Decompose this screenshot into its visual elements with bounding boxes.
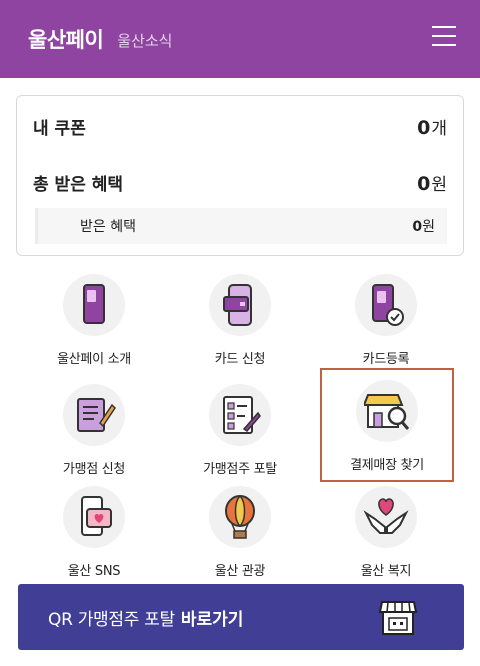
menu-label: 카드등록	[362, 352, 410, 367]
checklist-icon	[209, 384, 271, 446]
menu-ulsanpay-intro[interactable]: 울산페이 소개	[24, 268, 164, 374]
menu-ulsan-sns[interactable]: 울산 SNS	[24, 480, 164, 586]
qr-button-text: QR 가맹점주 포탈	[48, 609, 175, 630]
benefit-received-label: 받은 혜택	[80, 219, 136, 235]
benefit-total-value: 0원	[417, 173, 447, 195]
phone-icon	[63, 274, 125, 336]
menu-label: 울산 관광	[214, 564, 266, 579]
coupon-row[interactable]: 내 쿠폰 0개	[33, 114, 447, 139]
benefit-received-value: 0원	[412, 219, 435, 235]
qr-button-action: 바로가기	[180, 609, 244, 630]
coupon-count: 0개	[417, 117, 447, 139]
menu-label: 울산 복지	[360, 564, 412, 579]
menu-ulsan-tourism[interactable]: 울산 관광	[170, 480, 310, 586]
menu-card-apply[interactable]: 카드 신청	[170, 268, 310, 374]
menu-label: 결제매장 찾기	[350, 458, 424, 473]
benefit-total-label: 총 받은 혜택	[33, 175, 124, 195]
menu-label: 가맹점주 포탈	[203, 462, 277, 477]
menu-label: 카드 신청	[214, 352, 266, 367]
benefit-received-row: 받은 혜택 0원	[35, 208, 447, 244]
hot-air-balloon-icon	[209, 486, 271, 548]
menu-label: 가맹점 신청	[62, 462, 126, 477]
document-pen-icon	[63, 384, 125, 446]
store-icon	[378, 598, 418, 642]
benefit-total-row: 총 받은 혜택 0원	[33, 170, 447, 195]
phone-check-icon	[355, 274, 417, 336]
menu-ulsan-welfare[interactable]: 울산 복지	[316, 480, 456, 586]
store-search-icon	[356, 380, 418, 442]
phone-heart-icon	[63, 486, 125, 548]
menu-store-finder[interactable]: 결제매장 찾기	[320, 368, 454, 482]
news-link[interactable]: 울산소식	[117, 30, 172, 51]
benefit-summary-card: 내 쿠폰 0개 총 받은 혜택 0원 받은 혜택 0원	[16, 95, 464, 256]
menu-card-register[interactable]: 카드등록	[316, 268, 456, 374]
menu-label: 울산 SNS	[67, 564, 121, 579]
coupon-label: 내 쿠폰	[33, 119, 86, 139]
menu-merchant-apply[interactable]: 가맹점 신청	[24, 378, 164, 484]
app-header: 울산페이 울산소식	[0, 0, 480, 78]
qr-merchant-portal-button[interactable]: QR 가맹점주 포탈 바로가기	[18, 584, 464, 650]
menu-label: 울산페이 소개	[57, 352, 131, 367]
menu-merchant-portal[interactable]: 가맹점주 포탈	[170, 378, 310, 484]
app-title[interactable]: 울산페이	[28, 24, 104, 54]
hands-heart-icon	[355, 486, 417, 548]
hamburger-icon[interactable]	[432, 24, 456, 48]
card-phone-icon	[209, 274, 271, 336]
